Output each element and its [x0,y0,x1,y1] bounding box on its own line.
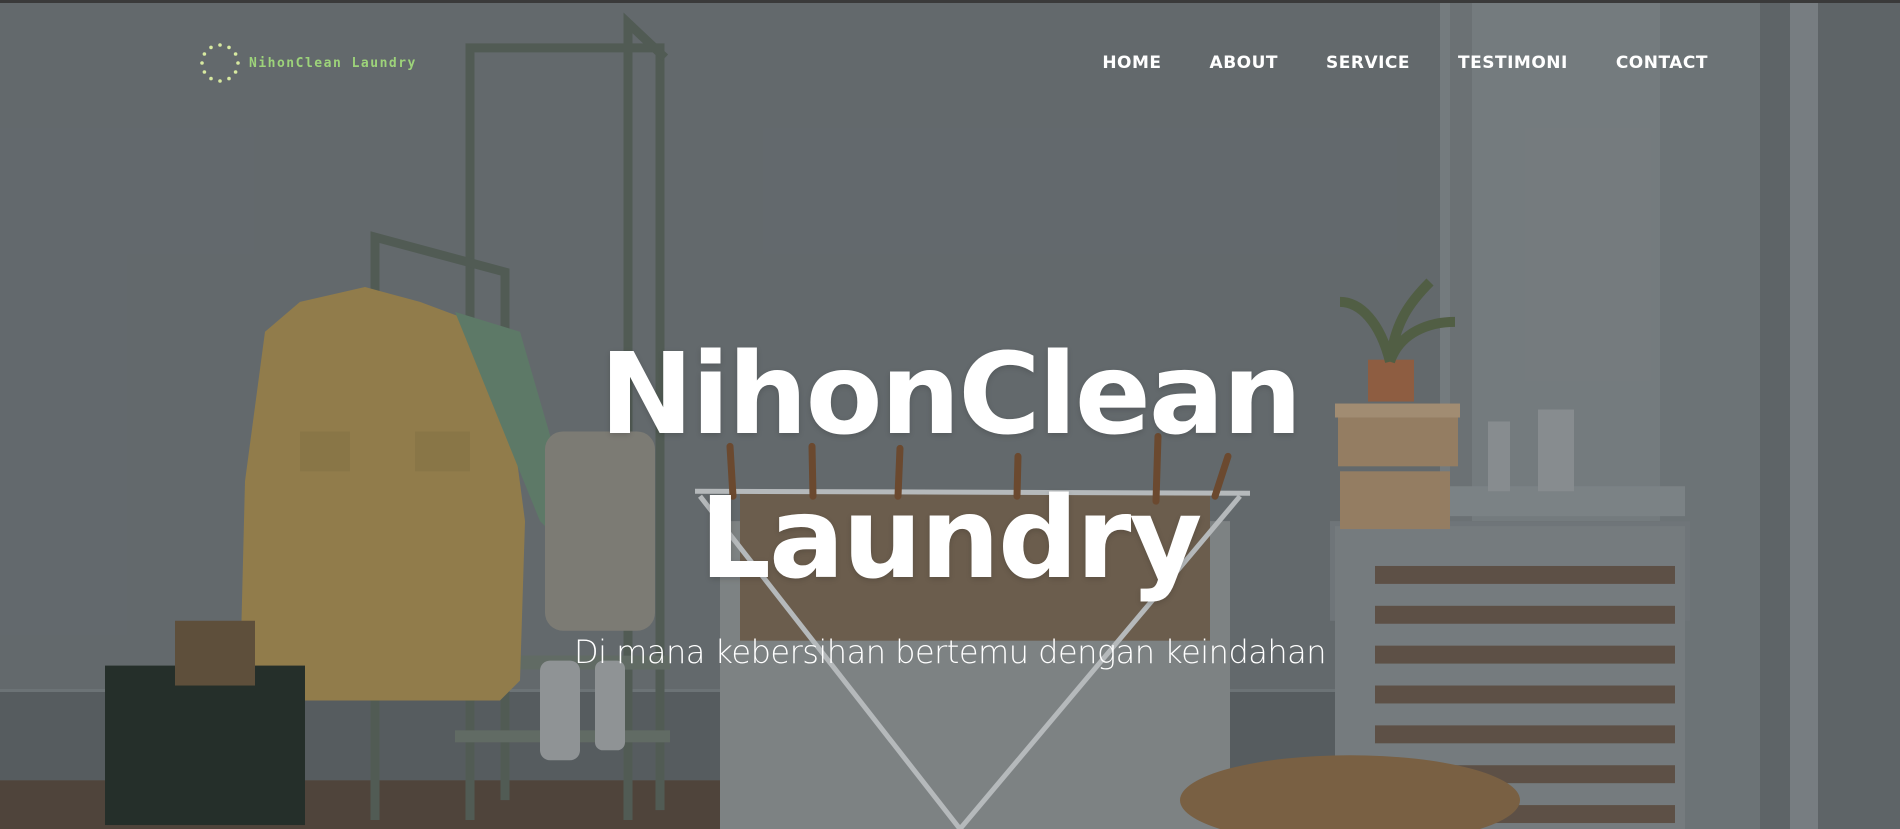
brand-logo[interactable]: NihonClean Laundry [197,39,417,87]
hero-section: NihonClean Laundry HOME ABOUT SERVICE TE… [0,0,1900,829]
hero-content: NihonClean Laundry Di mana kebersihan be… [0,323,1900,671]
nav-link-about[interactable]: ABOUT [1210,53,1278,73]
hero-title-line1: NihonClean [599,330,1302,460]
nav-link-testimoni[interactable]: TESTIMONI [1458,53,1568,73]
nav-link-service[interactable]: SERVICE [1326,53,1410,73]
brand-name: NihonClean Laundry [249,55,417,71]
nav-link-home[interactable]: HOME [1102,53,1161,73]
top-navbar: NihonClean Laundry HOME ABOUT SERVICE TE… [0,39,1900,93]
hero-subtitle: Di mana kebersihan bertemu dengan keinda… [573,633,1327,671]
nav-link-contact[interactable]: CONTACT [1616,53,1708,73]
hero-title: NihonClean Laundry [0,323,1900,611]
dotted-circle-icon [200,43,240,83]
nav-menu: HOME ABOUT SERVICE TESTIMONI CONTACT [1102,53,1708,73]
hero-title-line2: Laundry [699,474,1203,604]
